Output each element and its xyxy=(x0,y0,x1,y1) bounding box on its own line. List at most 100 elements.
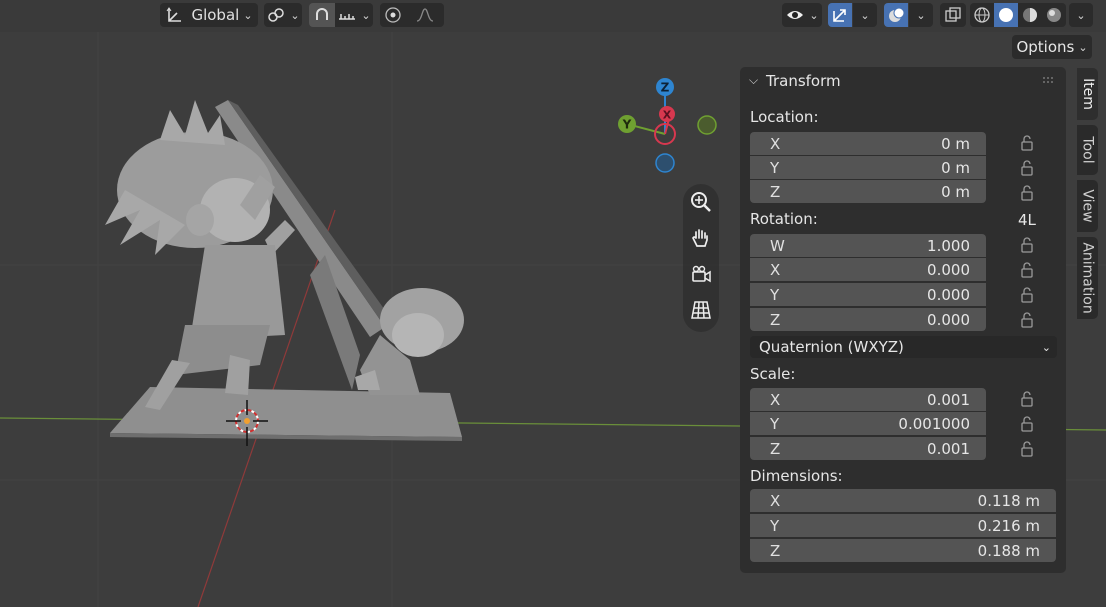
orientation-axes-icon xyxy=(167,7,182,22)
shading-material-button[interactable] xyxy=(1018,3,1042,27)
overlays-toggle[interactable] xyxy=(884,3,908,27)
chevron-down-icon: ⌄ xyxy=(916,8,926,22)
location-z-field[interactable]: Z 0 m xyxy=(750,180,986,203)
field-axis-label: Y xyxy=(770,414,780,433)
field-value: 0.216 m xyxy=(977,516,1040,535)
field-value: 0.001 xyxy=(927,439,970,458)
field-value: 0.000 xyxy=(927,285,970,304)
lock-location-z-icon[interactable] xyxy=(1020,185,1034,201)
chevron-down-icon: ⌵ xyxy=(749,73,759,87)
perspective-toggle-button[interactable] xyxy=(683,292,719,328)
rotation-y-field[interactable]: Y 0.000 xyxy=(750,283,986,306)
negative-z-axis-ball[interactable] xyxy=(655,153,675,173)
lock-location-x-icon[interactable] xyxy=(1020,135,1034,151)
proportional-falloff-dropdown[interactable] xyxy=(406,3,444,27)
snap-toggle[interactable] xyxy=(309,3,335,27)
chevron-down-icon: ⌄ xyxy=(1076,8,1086,22)
perspective-grid-icon xyxy=(691,301,711,319)
scale-label: Scale: xyxy=(750,365,796,383)
scale-x-field[interactable]: X 0.001 xyxy=(750,388,986,411)
x-axis-label: X xyxy=(663,109,672,122)
pivot-point-dropdown[interactable]: ⌄ xyxy=(264,3,302,27)
proportional-editing-toggle[interactable] xyxy=(380,3,406,27)
3d-cursor-icon[interactable] xyxy=(226,400,270,448)
field-value: 1.000 xyxy=(927,236,970,255)
tab-label: View xyxy=(1079,189,1096,223)
shading-solid-button[interactable] xyxy=(994,3,1018,27)
zoom-button[interactable] xyxy=(683,184,719,220)
field-axis-label: X xyxy=(770,491,781,510)
gizmo-dropdown[interactable]: ⌄ xyxy=(853,3,877,27)
chevron-down-icon: ⌄ xyxy=(1041,340,1051,354)
lock-scale-z-icon[interactable] xyxy=(1020,441,1034,457)
rotation-x-field[interactable]: X 0.000 xyxy=(750,258,986,281)
tab-label: Animation xyxy=(1079,242,1096,314)
location-y-field[interactable]: Y 0 m xyxy=(750,156,986,179)
navigation-gizmo[interactable]: X Z Y xyxy=(612,74,722,184)
magnet-icon xyxy=(316,8,328,20)
panel-title: Transform xyxy=(766,72,841,90)
camera-view-button[interactable] xyxy=(683,256,719,292)
xray-icon xyxy=(945,7,961,22)
overlays-dropdown[interactable]: ⌄ xyxy=(909,3,933,27)
tab-view[interactable]: View xyxy=(1077,180,1098,232)
rotation-z-field[interactable]: Z 0.000 xyxy=(750,308,986,331)
chevron-down-icon: ⌄ xyxy=(243,8,253,22)
zoom-icon xyxy=(691,192,711,212)
options-button[interactable]: Options ⌄ xyxy=(1012,35,1092,59)
dimensions-label: Dimensions: xyxy=(750,467,843,485)
field-value: 0.118 m xyxy=(977,491,1040,510)
lock-scale-y-icon[interactable] xyxy=(1020,416,1034,432)
field-value: 0.001 xyxy=(927,390,970,409)
field-axis-label: Z xyxy=(770,182,781,201)
dimensions-z-field[interactable]: Z 0.188 m xyxy=(750,539,1056,562)
y-axis-label: Y xyxy=(622,118,632,132)
field-axis-label: X xyxy=(770,260,781,279)
rotation-w-field[interactable]: W 1.000 xyxy=(750,234,986,257)
rotation-lock-4l-toggle[interactable]: 4L xyxy=(1018,211,1036,229)
model-figurine[interactable] xyxy=(100,95,480,445)
orientation-label: Global xyxy=(191,6,240,24)
rotation-mode-dropdown[interactable]: Quaternion (WXYZ) ⌄ xyxy=(750,336,1057,358)
transform-orientation-dropdown[interactable]: Global ⌄ xyxy=(160,3,258,27)
lock-rotation-x-icon[interactable] xyxy=(1020,262,1034,278)
visibility-dropdown[interactable]: ⌄ xyxy=(782,3,822,27)
lock-location-y-icon[interactable] xyxy=(1020,160,1034,176)
field-value: 0 m xyxy=(941,134,970,153)
drag-handle-icon[interactable] xyxy=(1042,76,1056,86)
lock-rotation-y-icon[interactable] xyxy=(1020,287,1034,303)
overlays-icon xyxy=(889,7,905,22)
shading-wireframe-button[interactable] xyxy=(970,3,994,27)
dimensions-y-field[interactable]: Y 0.216 m xyxy=(750,514,1056,537)
transform-panel-header[interactable]: ⌵ Transform xyxy=(740,67,1066,95)
dimensions-x-field[interactable]: X 0.118 m xyxy=(750,489,1056,512)
shading-options-dropdown[interactable]: ⌄ xyxy=(1069,3,1093,27)
shading-rendered-button[interactable] xyxy=(1042,3,1066,27)
location-x-field[interactable]: X 0 m xyxy=(750,132,986,155)
gizmo-toggle[interactable] xyxy=(828,3,852,27)
wireframe-sphere-icon xyxy=(974,7,990,23)
rendered-sphere-icon xyxy=(1047,8,1061,22)
tab-animation[interactable]: Animation xyxy=(1077,237,1098,319)
transform-panel: ⌵ Transform Location: X 0 m Y 0 m Z 0 m Rot… xyxy=(740,67,1066,573)
field-axis-label: W xyxy=(770,236,785,255)
rotation-label: Rotation: xyxy=(750,210,818,228)
lock-rotation-w-icon[interactable] xyxy=(1020,237,1034,253)
field-value: 0.000 xyxy=(927,260,970,279)
xray-toggle[interactable] xyxy=(940,3,966,27)
lock-rotation-z-icon[interactable] xyxy=(1020,312,1034,328)
tab-item[interactable]: Item xyxy=(1077,68,1098,120)
pan-button[interactable] xyxy=(683,220,719,256)
z-axis-label: Z xyxy=(661,81,670,95)
scale-z-field[interactable]: Z 0.001 xyxy=(750,437,986,460)
lock-scale-x-icon[interactable] xyxy=(1020,391,1034,407)
chevron-down-icon: ⌄ xyxy=(1078,40,1088,54)
negative-y-axis-ball[interactable] xyxy=(697,115,717,135)
proportional-edit-icon xyxy=(385,7,401,23)
tab-tool[interactable]: Tool xyxy=(1077,125,1098,175)
field-axis-label: X xyxy=(770,390,781,409)
field-axis-label: Y xyxy=(770,285,780,304)
chevron-down-icon: ⌄ xyxy=(361,8,371,22)
snap-target-dropdown[interactable]: ⌄ xyxy=(335,3,373,27)
scale-y-field[interactable]: Y 0.001000 xyxy=(750,412,986,435)
